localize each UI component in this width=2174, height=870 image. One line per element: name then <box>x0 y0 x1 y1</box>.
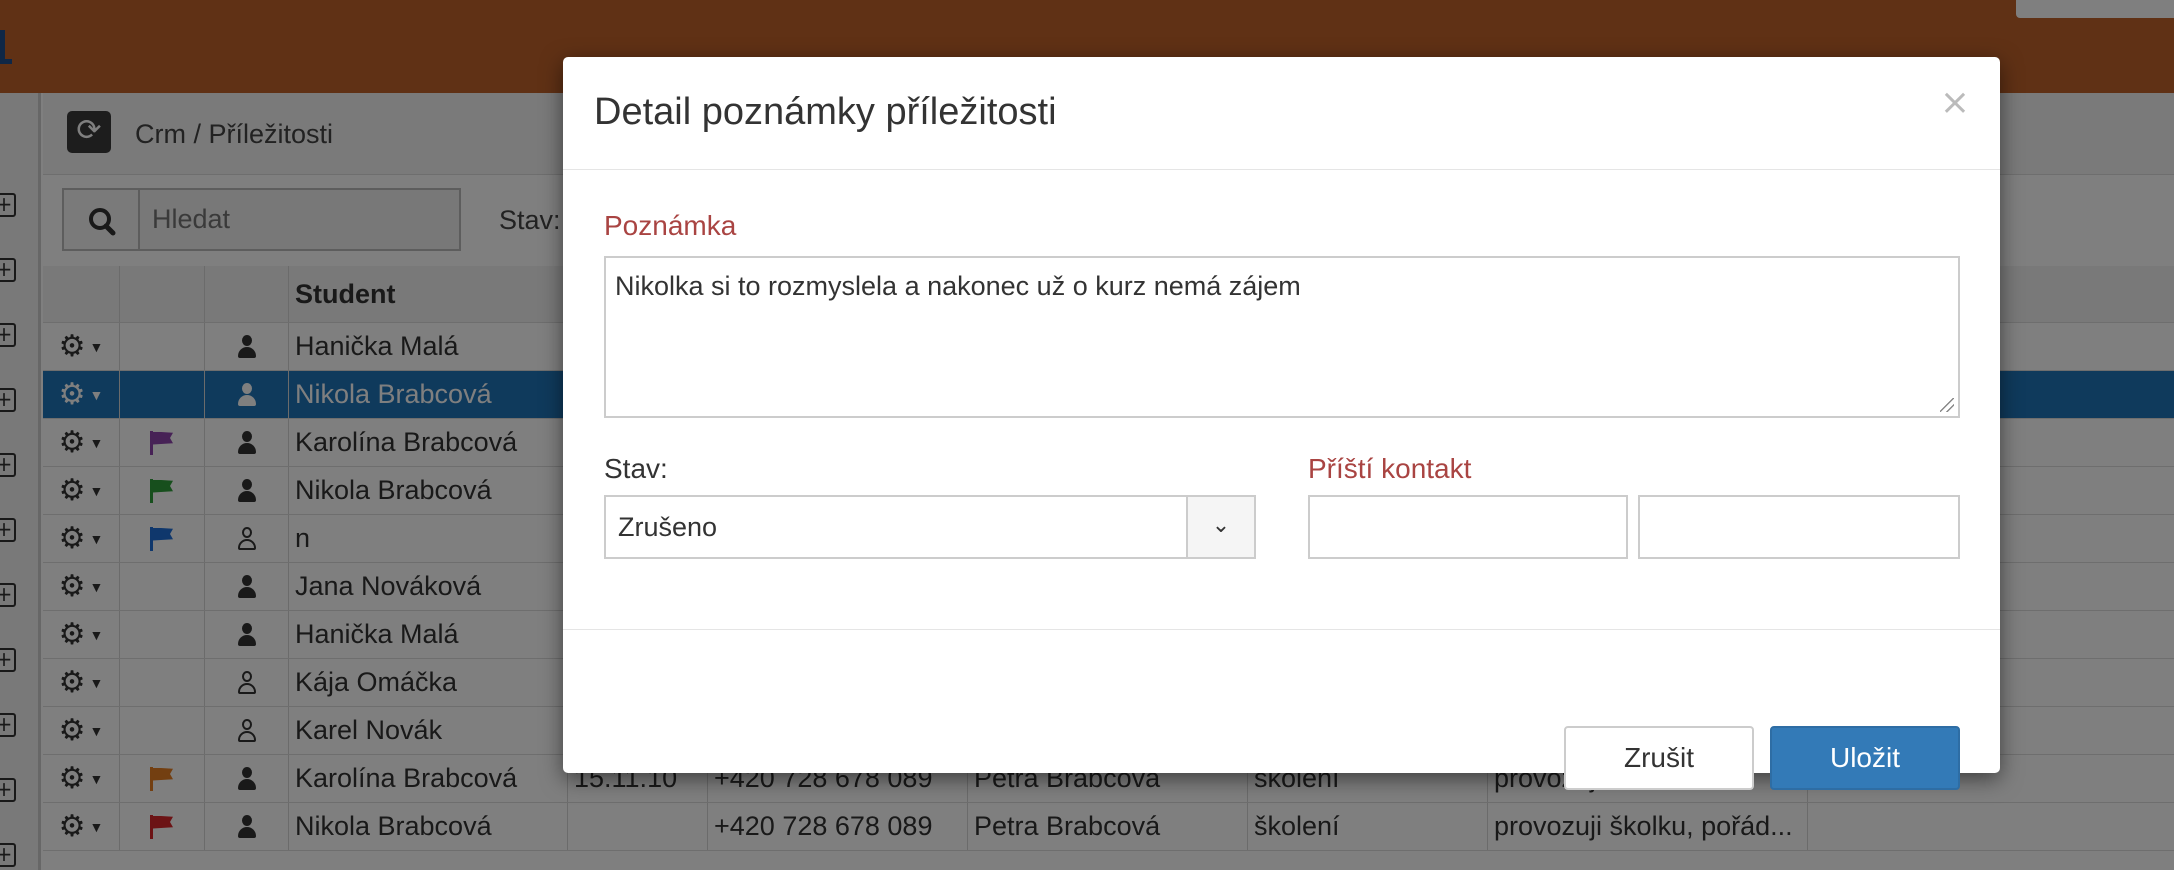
note-label: Poznámka <box>604 210 737 241</box>
next-contact-label: Příští kontakt <box>1308 453 1472 484</box>
next-contact-time-input[interactable] <box>1638 495 1960 559</box>
save-button[interactable]: Uložit <box>1770 726 1960 790</box>
chevron-down-icon[interactable]: ⌄ <box>1186 497 1254 557</box>
cancel-button[interactable]: Zrušit <box>1564 726 1754 790</box>
close-icon[interactable]: × <box>1940 85 1970 121</box>
status-label: Stav: <box>604 453 668 484</box>
note-detail-modal: Detail poznámky příležitosti × Poznámka … <box>563 57 2000 790</box>
resize-grip-icon[interactable] <box>1940 398 1954 412</box>
next-contact-date-input[interactable] <box>1308 495 1628 559</box>
note-textarea[interactable]: Nikolka si to rozmyslela a nakonec už o … <box>604 256 1960 418</box>
status-select[interactable]: Zrušeno ⌄ <box>604 495 1256 559</box>
modal-header: Detail poznámky příležitosti × <box>563 57 2000 170</box>
modal-title: Detail poznámky příležitosti <box>594 91 1057 133</box>
status-selected-value: Zrušeno <box>618 512 718 542</box>
note-text: Nikolka si to rozmyslela a nakonec už o … <box>615 271 1301 301</box>
